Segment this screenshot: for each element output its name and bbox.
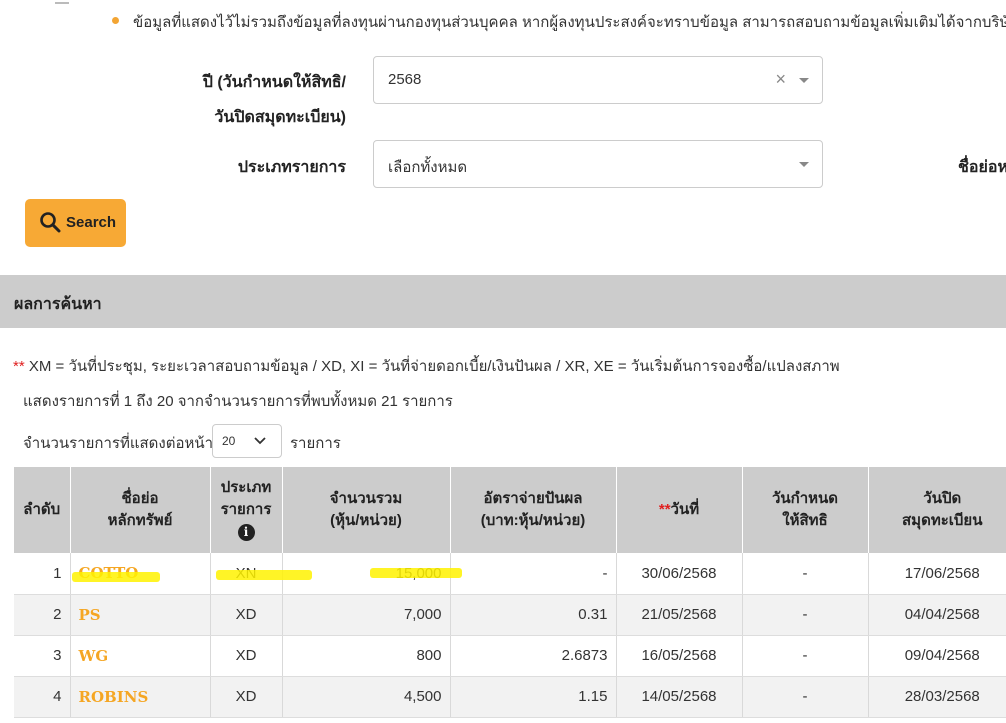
legend-stars: ** xyxy=(13,358,25,375)
year-select-value: 2568 xyxy=(388,71,422,88)
row-rate: 0.31 xyxy=(450,594,617,636)
row-type: XD xyxy=(210,676,283,718)
row-symbol-link[interactable]: ROBINS xyxy=(70,676,211,718)
search-button[interactable]: Search xyxy=(25,199,126,247)
row-book-closing: 28/03/2568 xyxy=(868,676,1006,718)
row-type: XD xyxy=(210,635,283,677)
row-date: 16/05/2568 xyxy=(616,635,743,677)
col-header-record-date[interactable]: วันกำหนด ให้สิทธิ xyxy=(742,467,869,553)
chevron-down-icon xyxy=(254,437,266,445)
row-date: 14/05/2568 xyxy=(616,676,743,718)
highlight-mark xyxy=(370,568,462,578)
year-label-line2: วันปิดสมุดทะเบียน) xyxy=(214,109,346,126)
row-rate: 2.6873 xyxy=(450,635,617,677)
row-no: 1 xyxy=(14,553,71,595)
col-header-no: ลำดับ xyxy=(14,467,71,553)
row-type: XD xyxy=(210,594,283,636)
row-volume: 800 xyxy=(282,635,451,677)
table-row: 3 WG XD 800 2.6873 16/05/2568 - 09/04/25… xyxy=(14,635,1006,677)
cut-off-label xyxy=(55,0,69,4)
symbol-label: ชื่อย่อห xyxy=(958,159,1006,176)
row-no: 2 xyxy=(14,594,71,636)
search-button-label: Search xyxy=(66,214,117,231)
legend-note: ** XM = วันที่ประชุม, ระยะเวลาสอบถามข้อม… xyxy=(13,354,840,378)
row-record-date: - xyxy=(742,676,869,718)
type-select-value: เลือกทั้งหมด xyxy=(388,159,468,176)
col-header-book-closing[interactable]: วันปิด สมุดทะเบียน xyxy=(868,467,1006,553)
type-label: ประเภทรายการ xyxy=(237,159,346,176)
col-header-rate[interactable]: อัตราจ่ายปันผล (บาท:หุ้น/หน่วย) xyxy=(450,467,617,553)
result-count: แสดงรายการที่ 1 ถึง 20 จากจำนวนรายการที่… xyxy=(23,393,453,410)
row-record-date: - xyxy=(742,553,869,595)
legend-text: XM = วันที่ประชุม, ระยะเวลาสอบถามข้อมูล … xyxy=(24,358,840,375)
type-select[interactable]: เลือกทั้งหมด xyxy=(373,140,823,188)
results-title: ผลการค้นหา xyxy=(14,296,102,313)
highlight-mark xyxy=(216,570,312,580)
col-header-volume[interactable]: จำนวนรวม (หุ้น/หน่วย) xyxy=(282,467,451,553)
per-page-unit: รายการ xyxy=(290,435,341,452)
per-page-label: จำนวนรายการที่แสดงต่อหน้า xyxy=(23,435,214,452)
row-volume: 7,000 xyxy=(282,594,451,636)
row-rate: 1.15 xyxy=(450,676,617,718)
caret-down-icon[interactable] xyxy=(799,162,809,167)
row-symbol-link[interactable]: WG xyxy=(70,635,211,677)
table-row: 4 ROBINS XD 4,500 1.15 14/05/2568 - 28/0… xyxy=(14,676,1006,718)
info-icon[interactable]: i xyxy=(237,524,255,541)
col-header-type[interactable]: ประเภท รายการ i xyxy=(210,467,283,553)
row-book-closing: 04/04/2568 xyxy=(868,594,1006,636)
caret-down-icon[interactable] xyxy=(799,78,809,83)
row-book-closing: 17/06/2568 xyxy=(868,553,1006,595)
year-label-line1: ปี (วันกำหนดให้สิทธิ/ xyxy=(202,74,346,91)
search-icon xyxy=(40,212,61,233)
per-page-select[interactable]: 20 xyxy=(212,424,282,458)
results-table: ลำดับ ชื่อย่อ หลักทรัพย์ ประเภท รายการ i จำ… xyxy=(14,467,1006,718)
row-rate: - xyxy=(450,553,617,595)
row-no: 4 xyxy=(14,676,71,718)
row-record-date: - xyxy=(742,594,869,636)
highlight-mark xyxy=(72,572,160,582)
per-page-value: 20 xyxy=(222,434,236,448)
row-date: 21/05/2568 xyxy=(616,594,743,636)
table-header-row: ลำดับ ชื่อย่อ หลักทรัพย์ ประเภท รายการ i จำ… xyxy=(14,467,1006,553)
clear-icon[interactable]: × xyxy=(775,69,786,90)
table-row: 2 PS XD 7,000 0.31 21/05/2568 - 04/04/25… xyxy=(14,594,1006,636)
row-date: 30/06/2568 xyxy=(616,553,743,595)
row-no: 3 xyxy=(14,635,71,677)
row-volume: 4,500 xyxy=(282,676,451,718)
year-select[interactable]: 2568 × xyxy=(373,56,823,104)
row-symbol-link[interactable]: PS xyxy=(70,594,211,636)
results-header-bar: ผลการค้นหา xyxy=(0,275,1006,328)
row-book-closing: 09/04/2568 xyxy=(868,635,1006,677)
row-record-date: - xyxy=(742,635,869,677)
table-row: 1 COTTO XN 15,000 - 30/06/2568 - 17/06/2… xyxy=(14,553,1006,595)
col-header-date[interactable]: **วันที่ xyxy=(616,467,743,553)
bullet-icon xyxy=(112,17,119,24)
disclaimer-note: ข้อมูลที่แสดงไว้ไม่รวมถึงข้อมูลที่ลงทุนผ… xyxy=(133,14,1006,31)
col-header-symbol[interactable]: ชื่อย่อ หลักทรัพย์ xyxy=(70,467,211,553)
